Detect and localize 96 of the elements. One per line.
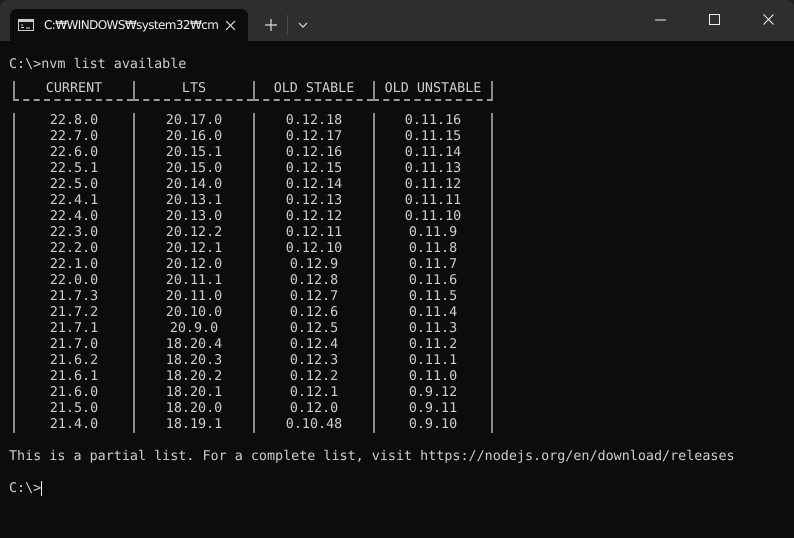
text-cursor	[41, 481, 42, 496]
version-cell: 0.12.4	[290, 337, 338, 352]
version-cell: 20.12.1	[166, 241, 222, 256]
version-cell: 21.7.0	[50, 337, 98, 352]
version-cell: 0.12.2	[290, 369, 338, 384]
terminal-icon	[18, 19, 34, 31]
version-cell: 21.6.2	[50, 353, 98, 368]
version-cell: 0.12.17	[286, 129, 342, 144]
command-line: C:\>nvm list available	[9, 57, 186, 72]
version-cell: 20.13.1	[166, 193, 222, 208]
version-cell: 18.20.2	[166, 369, 222, 384]
version-cell: 0.9.11	[408, 401, 458, 416]
version-cell: 21.7.3	[50, 289, 98, 304]
version-cell: 22.4.0	[50, 209, 98, 224]
version-cell: 22.3.0	[50, 225, 98, 240]
version-cell: 0.12.18	[286, 113, 342, 128]
version-cell: 0.11.16	[404, 113, 462, 128]
maximize-icon[interactable]	[709, 14, 720, 25]
version-cell: 20.15.0	[166, 161, 222, 176]
info-message: This is a partial list. For a complete list, visit https://nodejs.org/en/download/releases	[9, 449, 735, 464]
version-cell: 0.9.12	[408, 385, 458, 400]
version-cell: 18.19.1	[166, 417, 222, 432]
version-cell: 21.7.1	[50, 321, 98, 336]
version-cell: 21.4.0	[50, 417, 98, 432]
terminal-tab[interactable]: C:₩WINDOWS₩system32₩cm	[10, 9, 248, 41]
command-prompt: C:\>	[9, 481, 42, 496]
version-cell: 0.12.1	[290, 385, 338, 400]
version-cell: 22.4.1	[50, 193, 98, 208]
version-cell: 0.12.7	[290, 289, 338, 304]
plus-icon[interactable]	[265, 19, 277, 31]
version-cell: 22.5.1	[50, 161, 98, 176]
version-cell: 0.12.5	[290, 321, 338, 336]
version-cell: 0.11.10	[404, 209, 462, 224]
version-cell: 22.0.0	[50, 273, 98, 288]
version-cell: 0.9.10	[408, 417, 458, 432]
version-cell: 22.8.0	[50, 113, 98, 128]
version-cell: 18.20.1	[166, 385, 222, 400]
version-cell: 0.10.48	[286, 417, 342, 432]
version-cell: 18.20.4	[166, 337, 222, 352]
version-cell: 22.6.0	[50, 145, 98, 160]
version-cell: 0.12.11	[286, 225, 342, 240]
version-cell: 0.12.10	[286, 241, 342, 256]
version-cell: 0.11.11	[404, 193, 462, 208]
version-cell: 20.16.0	[166, 129, 222, 144]
version-cell: 18.20.0	[166, 401, 222, 416]
version-cell: 0.12.12	[286, 209, 342, 224]
version-cell: 0.11.15	[404, 129, 462, 144]
version-cell: 0.12.14	[286, 177, 342, 192]
version-cell: 0.12.16	[286, 145, 342, 160]
column-header: OLD STABLE	[274, 81, 354, 96]
version-cell: 20.11.1	[166, 273, 222, 288]
version-cell: 21.6.1	[50, 369, 98, 384]
version-cell: 0.11.3	[408, 321, 458, 336]
version-cell: 0.11.14	[404, 145, 462, 160]
version-cell: 20.11.0	[166, 289, 222, 304]
version-cell: 21.5.0	[50, 401, 98, 416]
version-cell: 0.12.9	[290, 257, 338, 272]
version-cell: 0.11.1	[408, 353, 458, 368]
version-cell: 0.11.6	[408, 273, 458, 288]
version-cell: 20.13.0	[166, 209, 222, 224]
version-cell: 22.5.0	[50, 177, 98, 192]
version-cell: 0.11.13	[404, 161, 462, 176]
close-icon[interactable]	[225, 20, 236, 30]
version-cell: 20.15.1	[166, 145, 222, 160]
column-header: CURRENT	[46, 81, 102, 96]
version-cell: 0.12.8	[290, 273, 338, 288]
column-header: LTS	[182, 81, 206, 96]
version-cell: 0.12.3	[290, 353, 338, 368]
version-cell: 20.10.0	[166, 305, 222, 320]
version-cell: 0.11.4	[408, 305, 458, 320]
chevron-down-icon[interactable]	[298, 22, 308, 28]
version-cell: 0.11.12	[404, 177, 462, 192]
version-cell: 0.12.0	[290, 401, 338, 416]
version-cell: 18.20.3	[166, 353, 222, 368]
version-cell: 0.11.2	[408, 337, 458, 352]
version-cell: 0.12.6	[290, 305, 338, 320]
tab-title: C:₩WINDOWS₩system32₩cm	[44, 18, 220, 32]
version-cell: 0.12.15	[286, 161, 342, 176]
version-cell: 20.9.0	[170, 321, 218, 336]
version-cell: 20.12.2	[166, 225, 222, 240]
version-cell: 20.14.0	[166, 177, 222, 192]
version-cell: 22.7.0	[50, 129, 98, 144]
column-header: OLD UNSTABLE	[384, 81, 482, 96]
version-cell: 0.11.8	[408, 241, 458, 256]
version-cell: 0.11.9	[408, 225, 458, 240]
close-icon[interactable]	[763, 14, 774, 25]
version-cell: 22.2.0	[50, 241, 98, 256]
version-cell: 21.7.2	[50, 305, 98, 320]
version-cell: 0.11.7	[408, 257, 458, 272]
version-cell: 21.6.0	[50, 385, 98, 400]
version-cell: 20.17.0	[166, 113, 222, 128]
version-cell: 20.12.0	[166, 257, 222, 272]
version-cell: 0.12.13	[286, 193, 342, 208]
version-cell: 0.11.0	[408, 369, 458, 384]
version-cell: 0.11.5	[408, 289, 458, 304]
version-cell: 22.1.0	[50, 257, 98, 272]
